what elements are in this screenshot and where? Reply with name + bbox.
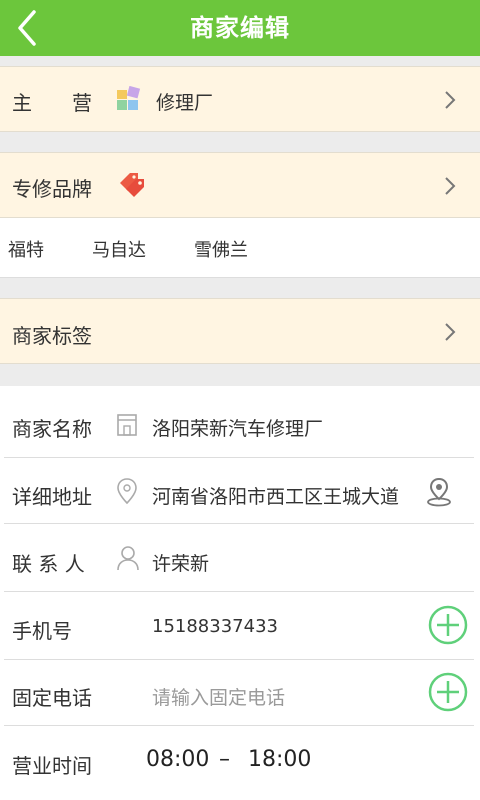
hours-label: 营业时间: [12, 754, 92, 778]
price-tag-icon: [120, 173, 144, 197]
brand-tag: 福特: [8, 240, 44, 261]
divider: [4, 523, 474, 524]
main-business-row[interactable]: 主 营 修理厂: [0, 66, 480, 132]
map-locate-icon[interactable]: [426, 477, 452, 507]
mobile-row: 手机号 15188337433: [0, 594, 480, 660]
main-business-value: 修理厂: [156, 92, 214, 114]
add-mobile-button[interactable]: [428, 605, 468, 645]
contact-field[interactable]: 许荣新: [152, 549, 209, 576]
main-business-label: 主 营: [12, 91, 92, 115]
chevron-right-icon: [445, 177, 456, 195]
location-pin-icon: [117, 478, 137, 505]
page-title: 商家编辑: [190, 14, 290, 42]
mobile-label: 手机号: [12, 619, 72, 643]
address-row: 详细地址 河南省洛阳市西工区王城大道: [0, 458, 480, 524]
contact-row: 联 系 人 许荣新: [0, 526, 480, 592]
brands-label: 专修品牌: [12, 177, 92, 201]
tags-label: 商家标签: [12, 324, 92, 348]
landline-field[interactable]: 请输入固定电话: [152, 683, 285, 710]
merchant-name-label: 商家名称: [12, 417, 92, 441]
merchant-name-field[interactable]: 洛阳荣新汽车修理厂: [152, 414, 323, 441]
brand-tag: 马自达: [92, 240, 146, 261]
hours-separator: –: [219, 747, 230, 772]
mobile-field[interactable]: 15188337433: [152, 616, 278, 637]
landline-label: 固定电话: [12, 686, 92, 710]
address-label: 详细地址: [12, 485, 92, 509]
contact-label: 联 系 人: [12, 552, 85, 576]
category-blocks-icon: [117, 86, 141, 110]
chevron-right-icon: [445, 323, 456, 341]
hours-start-field[interactable]: 08:00: [146, 747, 209, 772]
chevron-right-icon: [445, 91, 456, 109]
brand-tag: 雪佛兰: [194, 240, 248, 261]
hours-end-field[interactable]: 18:00: [248, 747, 311, 772]
add-landline-button[interactable]: [428, 672, 468, 712]
address-field[interactable]: 河南省洛阳市西工区王城大道: [152, 482, 399, 509]
divider: [4, 591, 474, 592]
landline-row: 固定电话 请输入固定电话: [0, 660, 480, 726]
brands-row[interactable]: 专修品牌: [0, 152, 480, 218]
top-bar: 商家编辑: [0, 0, 480, 56]
hours-row: 营业时间 08:00 – 18:00: [0, 726, 480, 800]
merchant-name-row: 商家名称 洛阳荣新汽车修理厂: [0, 392, 480, 458]
building-icon: [117, 414, 137, 436]
tags-row[interactable]: 商家标签: [0, 298, 480, 364]
person-icon: [117, 546, 139, 571]
